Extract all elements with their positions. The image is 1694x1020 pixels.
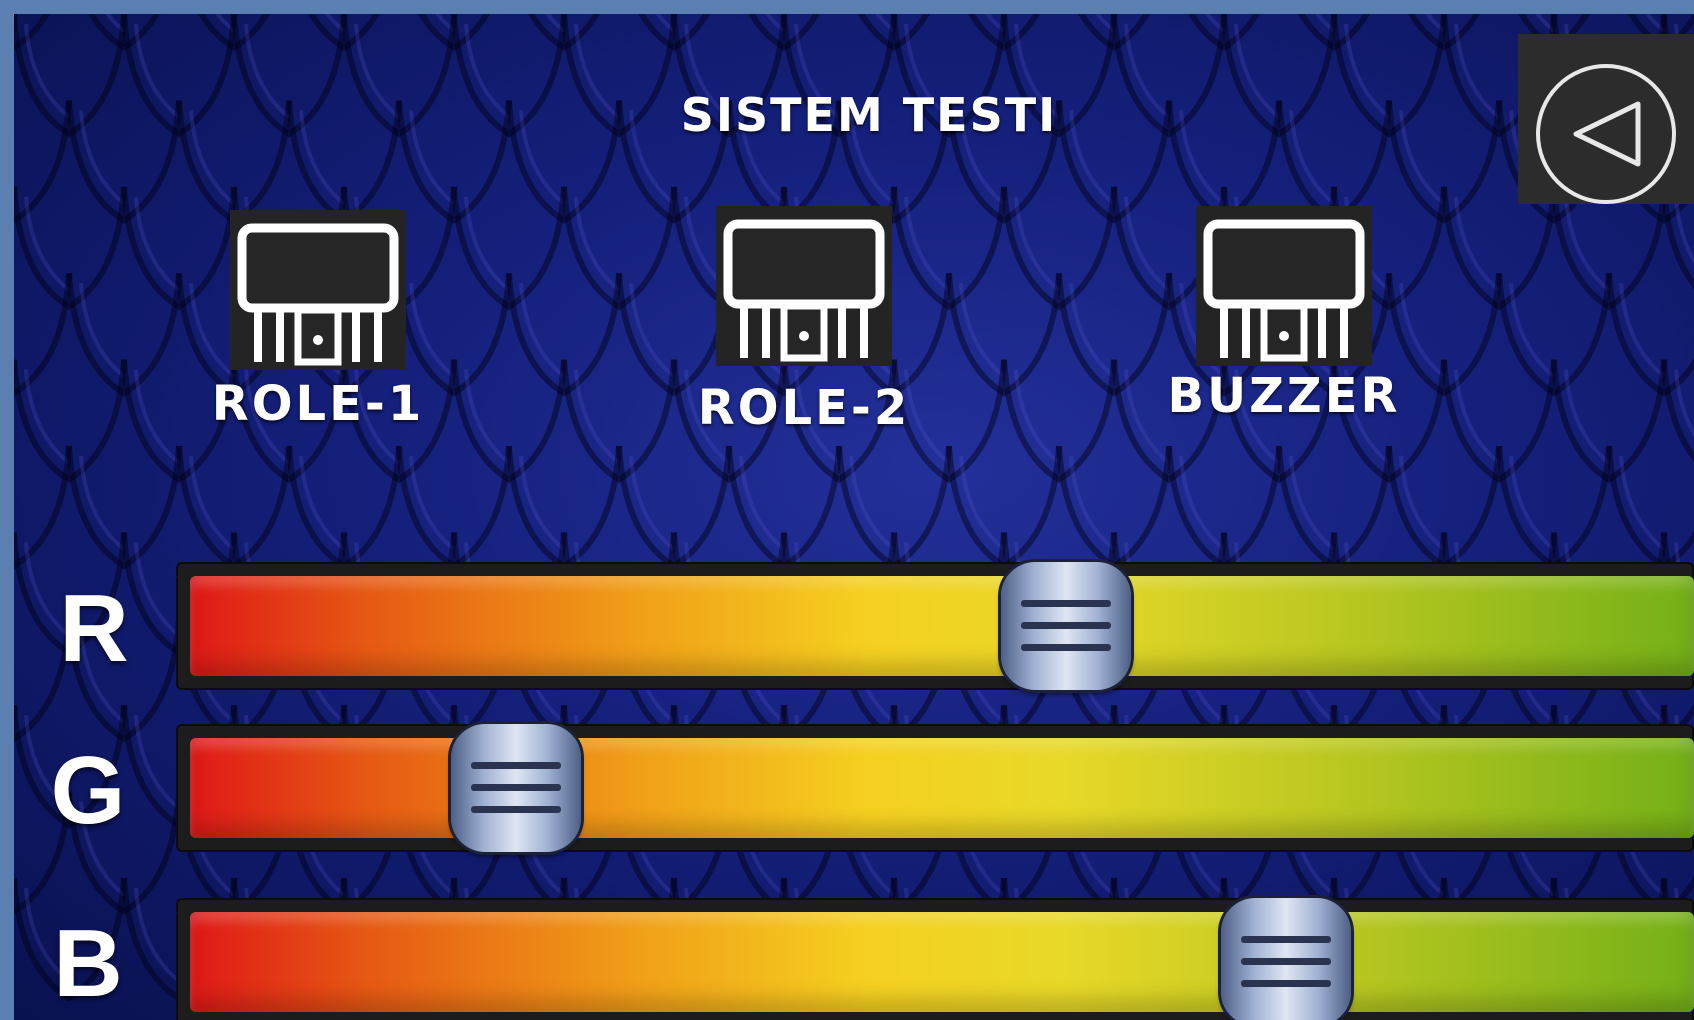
thumb-grip-line <box>471 806 562 813</box>
relay-icon <box>723 219 885 362</box>
thumb-grip-line <box>1020 622 1111 629</box>
thumb-grip-line <box>471 762 562 769</box>
slider-g-track[interactable] <box>176 724 1694 852</box>
channel-g-label: G <box>50 737 126 844</box>
relay-2-button[interactable] <box>716 206 892 366</box>
thumb-grip-line <box>1240 958 1331 965</box>
relay-icon <box>237 223 399 366</box>
slider-g-gradient <box>190 738 1694 838</box>
thumb-grip-line <box>1240 980 1331 987</box>
channel-r-label: R <box>59 575 129 682</box>
scale-texture-background <box>14 14 1694 1002</box>
thumb-grip-line <box>1020 644 1111 651</box>
channel-b-label: B <box>53 910 123 1017</box>
relay-1-label: ROLE-1 <box>211 376 425 432</box>
page-title: SISTEM TESTI <box>680 88 1058 142</box>
relay-2-label: ROLE-2 <box>697 380 911 436</box>
system-test-screen: SISTEM TESTI ROLE-1 ROLE-2 BUZZER R G B <box>14 14 1694 1020</box>
slider-g-thumb[interactable] <box>451 724 582 852</box>
thumb-grip-line <box>1020 600 1111 607</box>
relay-1-button[interactable] <box>230 210 406 370</box>
relay-icon <box>1203 219 1365 362</box>
slider-r-track[interactable] <box>176 562 1694 690</box>
slider-r-gradient <box>190 576 1694 676</box>
buzzer-button[interactable] <box>1196 206 1372 366</box>
thumb-grip-line <box>471 784 562 791</box>
slider-b-thumb[interactable] <box>1220 898 1351 1020</box>
slider-b-track[interactable] <box>176 898 1694 1020</box>
buzzer-label: BUZZER <box>1167 368 1401 424</box>
thumb-grip-line <box>1240 936 1331 943</box>
slider-b-gradient <box>190 912 1694 1012</box>
back-button[interactable] <box>1518 34 1694 204</box>
back-arrow-icon <box>1536 64 1676 204</box>
slider-r-thumb[interactable] <box>1000 562 1131 690</box>
